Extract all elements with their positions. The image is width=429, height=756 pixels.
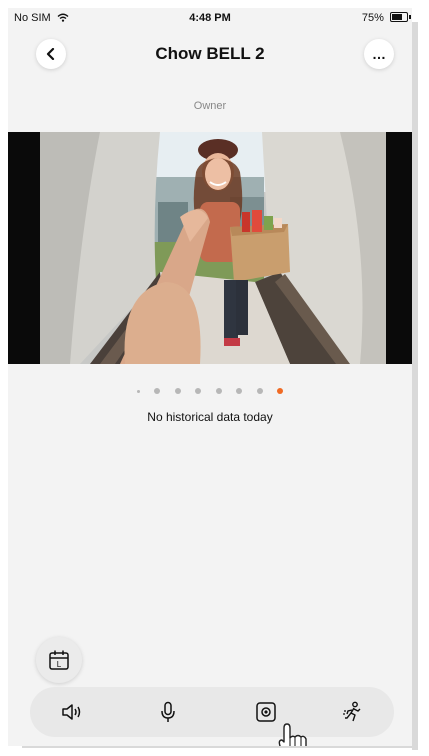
motion-detection-button[interactable] bbox=[338, 697, 368, 727]
pager-dot[interactable] bbox=[215, 388, 222, 394]
motion-person-icon bbox=[343, 701, 361, 722]
battery-percent: 75% bbox=[361, 12, 384, 24]
frame-shadow-right bbox=[412, 22, 418, 750]
pager-dot-active[interactable] bbox=[277, 388, 284, 394]
pager-dot[interactable] bbox=[136, 390, 140, 393]
pager-dot[interactable] bbox=[154, 388, 161, 394]
speaker-button[interactable] bbox=[57, 697, 87, 727]
page-title: Chow BELL 2 bbox=[155, 44, 265, 63]
role-label: Owner bbox=[193, 100, 227, 112]
tap-hand-cursor-icon bbox=[270, 720, 316, 746]
camera-feed[interactable] bbox=[8, 132, 412, 364]
calendar-button[interactable]: L bbox=[36, 637, 82, 683]
speaker-icon bbox=[62, 704, 81, 720]
pager-dot[interactable] bbox=[174, 388, 181, 394]
more-horizontal-icon: … bbox=[372, 46, 386, 62]
status-bar: No SIM 4:48 PM 75% bbox=[8, 8, 412, 30]
control-toolbar bbox=[30, 687, 394, 737]
battery: 75% bbox=[361, 12, 411, 24]
clock: 4:48 PM bbox=[189, 12, 231, 24]
calendar-icon: L bbox=[49, 650, 69, 670]
snapshot-image bbox=[40, 132, 386, 364]
app-screen: No SIM 4:48 PM 75% Chow BELL 2 … Owner N… bbox=[8, 8, 412, 746]
history-empty-message: No historical data today bbox=[147, 410, 273, 424]
calendar-letter: L bbox=[57, 660, 62, 669]
battery-icon bbox=[390, 12, 411, 22]
pager-dot[interactable] bbox=[256, 388, 263, 394]
doorbell-snapshot bbox=[40, 132, 386, 364]
microphone-icon bbox=[161, 701, 175, 722]
pager-dot[interactable] bbox=[195, 388, 202, 394]
image-pager bbox=[8, 381, 412, 399]
pager-dot[interactable] bbox=[236, 388, 243, 394]
microphone-button[interactable] bbox=[153, 697, 183, 727]
nav-header: Chow BELL 2 … bbox=[8, 36, 412, 72]
more-button[interactable]: … bbox=[364, 39, 394, 69]
